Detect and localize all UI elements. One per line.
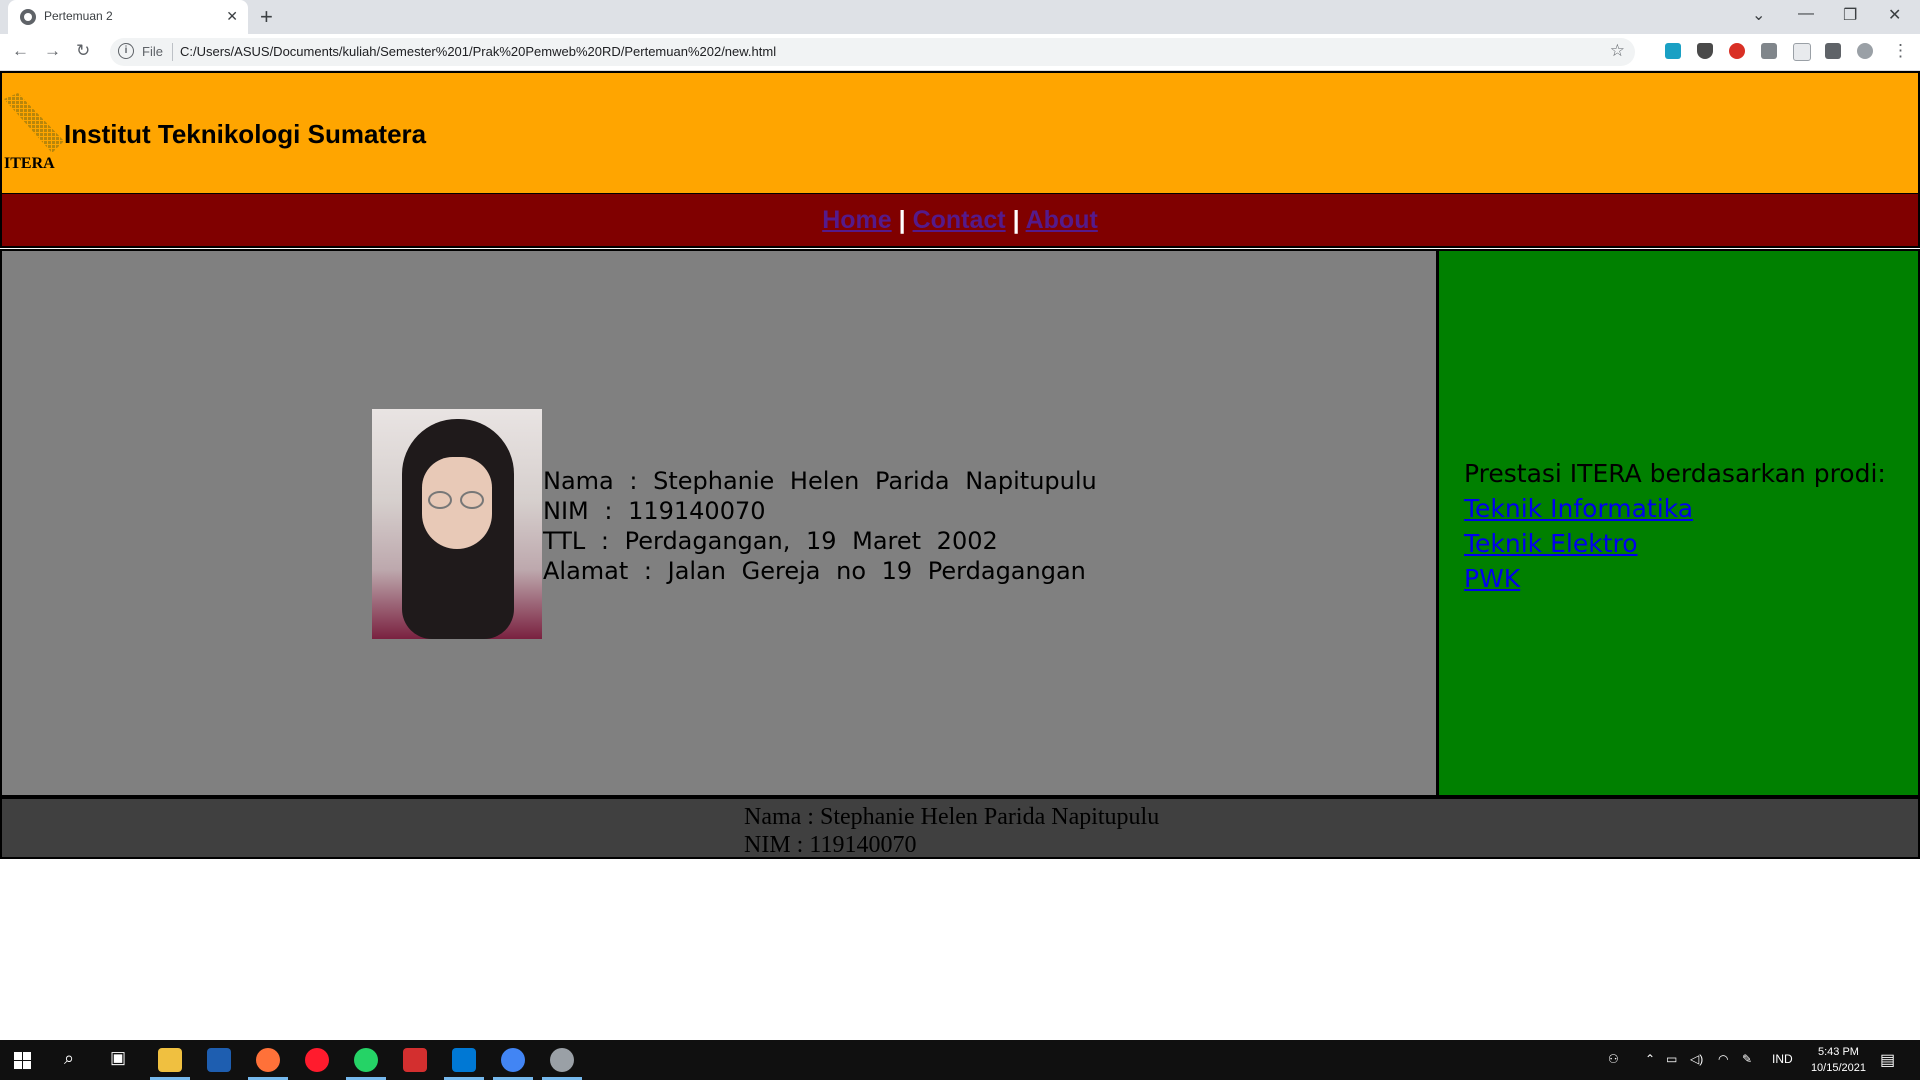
- profile-info: Nama : Stephanie Helen Parida Napitupulu…: [543, 466, 1097, 586]
- vscode-icon[interactable]: [452, 1048, 476, 1072]
- web-page: ITERA Institut Teknikologi Sumatera Home…: [0, 71, 1920, 1039]
- divider: [172, 43, 173, 61]
- chrome-icon[interactable]: [501, 1048, 525, 1072]
- clock-date: 10/15/2021: [1810, 1062, 1866, 1074]
- wifi-icon[interactable]: ◠: [1718, 1052, 1728, 1066]
- main-content: Nama : Stephanie Helen Parida Napitupulu…: [0, 249, 1438, 797]
- minimize-button[interactable]: —: [1798, 5, 1814, 23]
- shield-extension-icon[interactable]: [1697, 43, 1713, 59]
- nav-link-contact[interactable]: Contact: [913, 206, 1006, 234]
- pen-icon[interactable]: ✎: [1742, 1052, 1752, 1066]
- adblock-extension-icon[interactable]: [1729, 43, 1745, 59]
- volume-icon[interactable]: ◁): [1690, 1052, 1703, 1066]
- profile-alamat: Alamat : Jalan Gereja no 19 Perdagangan: [543, 557, 1086, 585]
- language-indicator[interactable]: IND: [1772, 1052, 1793, 1066]
- site-footer: Nama : Stephanie Helen Parida Napitupulu…: [0, 797, 1920, 859]
- profile-ttl: TTL : Perdagangan, 19 Maret 2002: [543, 527, 998, 555]
- nav-separator: |: [1012, 206, 1020, 234]
- file-label: File: [142, 44, 163, 59]
- task-view-icon[interactable]: ▣: [110, 1048, 126, 1068]
- reload-button[interactable]: ↻: [76, 41, 90, 61]
- browser-tab[interactable]: Pertemuan 2 ✕: [8, 0, 248, 34]
- browser-toolbar: ← → ↻ i File C:/Users/ASUS/Documents/kul…: [0, 34, 1920, 71]
- bookmark-star-icon[interactable]: ☆: [1610, 41, 1625, 61]
- close-window-button[interactable]: ✕: [1888, 5, 1901, 25]
- people-icon[interactable]: ⚇: [1608, 1052, 1619, 1066]
- firefox-icon[interactable]: [256, 1048, 280, 1072]
- profile-avatar-icon[interactable]: [1857, 43, 1873, 59]
- site-header: ITERA Institut Teknikologi Sumatera: [0, 71, 1920, 195]
- restore-button[interactable]: ❐: [1843, 5, 1857, 25]
- extension-icon-2[interactable]: [1793, 43, 1811, 61]
- site-title: Institut Teknikologi Sumatera: [64, 119, 427, 149]
- nav-separator: |: [898, 206, 906, 234]
- footer-nama: Nama : Stephanie Helen Parida Napitupulu: [744, 804, 1160, 830]
- back-button[interactable]: ←: [12, 41, 29, 61]
- tab-strip: Pertemuan 2 ✕ + ⌄ — ❐ ✕: [0, 0, 1920, 34]
- translate-extension-icon[interactable]: [1665, 43, 1681, 59]
- info-icon[interactable]: i: [118, 43, 134, 59]
- sidebar-heading: Prestasi ITERA berdasarkan prodi:: [1464, 459, 1886, 488]
- windows-start-icon[interactable]: [14, 1052, 31, 1069]
- nav-bar: Home | Contact | About: [0, 194, 1920, 248]
- itera-logo: ITERA: [4, 93, 64, 173]
- nav-link-about[interactable]: About: [1026, 206, 1098, 234]
- logo-text: ITERA: [4, 155, 55, 172]
- sidebar-link-pwk[interactable]: PWK: [1464, 561, 1886, 596]
- taskbar: ⌕ ▣ ⚇ ⌃ ▭ ◁) ◠ ✎ IND 5:43 PM 10/15/2021 …: [0, 1040, 1920, 1080]
- sidebar: Prestasi ITERA berdasarkan prodi: Teknik…: [1437, 249, 1920, 797]
- sidebar-link-elektro[interactable]: Teknik Elektro: [1464, 526, 1886, 561]
- nav-link-home[interactable]: Home: [822, 206, 891, 234]
- profile-nama: Nama : Stephanie Helen Parida Napitupulu: [543, 467, 1097, 495]
- chevron-up-icon[interactable]: ⌃: [1645, 1052, 1655, 1066]
- profile-nim: NIM : 119140070: [543, 497, 766, 525]
- profile-photo: [372, 409, 542, 639]
- sidebar-link-informatika[interactable]: Teknik Informatika: [1464, 491, 1886, 526]
- opera-icon[interactable]: [305, 1048, 329, 1072]
- url-text[interactable]: C:/Users/ASUS/Documents/kuliah/Semester%…: [180, 44, 776, 59]
- notification-icon[interactable]: ▤: [1880, 1050, 1895, 1070]
- address-bar[interactable]: i File C:/Users/ASUS/Documents/kuliah/Se…: [110, 38, 1635, 66]
- search-icon[interactable]: ⌕: [64, 1048, 74, 1069]
- new-tab-button[interactable]: +: [260, 4, 273, 30]
- clock[interactable]: 5:43 PM 10/15/2021: [1811, 1044, 1866, 1076]
- close-tab-icon[interactable]: ✕: [226, 8, 238, 25]
- puzzle-extensions-icon[interactable]: [1825, 43, 1841, 59]
- extension-icon[interactable]: [1761, 43, 1777, 59]
- forward-button[interactable]: →: [44, 41, 61, 61]
- red-app-icon[interactable]: [403, 1048, 427, 1072]
- globe-icon: [20, 9, 36, 25]
- footer-nim: NIM : 119140070: [744, 832, 917, 858]
- file-explorer-icon[interactable]: [158, 1048, 182, 1072]
- dev-app-icon[interactable]: [207, 1048, 231, 1072]
- app-icon[interactable]: [550, 1048, 574, 1072]
- tab-search-icon[interactable]: ⌄: [1752, 5, 1765, 25]
- clock-time: 5:43 PM: [1817, 1046, 1859, 1058]
- more-menu-icon[interactable]: ⋮: [1892, 41, 1909, 61]
- tab-title: Pertemuan 2: [44, 9, 113, 23]
- battery-icon[interactable]: ▭: [1666, 1052, 1677, 1066]
- whatsapp-icon[interactable]: [354, 1048, 378, 1072]
